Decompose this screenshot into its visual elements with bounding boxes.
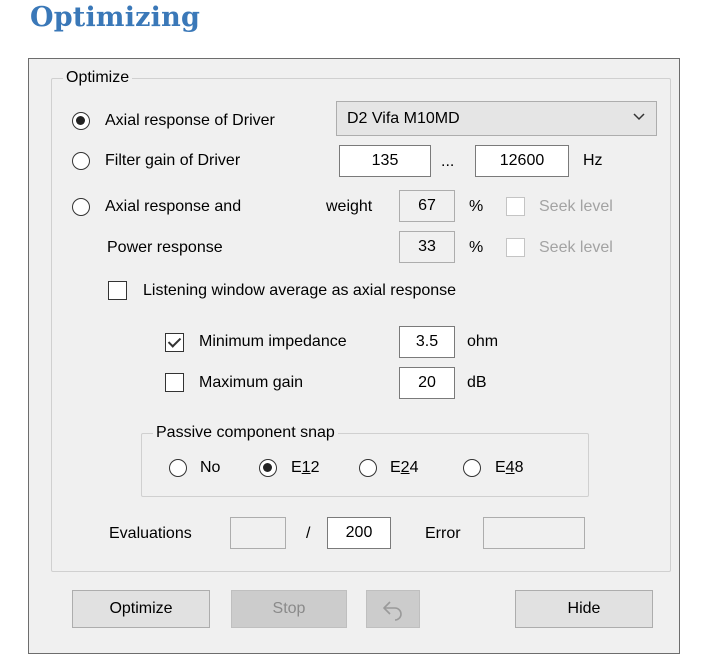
stop-button[interactable]: Stop [231, 590, 347, 628]
snap-e48-accesskey: 4 [505, 459, 515, 476]
min-impedance-checkbox[interactable] [165, 333, 184, 352]
radio-axial-and-power-label[interactable]: Axial response and [105, 197, 241, 217]
power-weight-percent: % [469, 239, 484, 256]
min-impedance-label[interactable]: Minimum impedance [199, 332, 347, 352]
power-response-label: Power response [107, 239, 223, 256]
snap-radio-no[interactable] [169, 459, 187, 477]
max-gain-unit: dB [467, 374, 487, 391]
seek-level-label-axial: Seek level [539, 198, 613, 215]
max-gain-input[interactable]: 20 [399, 367, 455, 399]
seek-level-checkbox-power[interactable] [506, 238, 525, 257]
radio-axial-response[interactable] [72, 112, 90, 130]
freq-range-separator: ... [441, 153, 455, 170]
error-label: Error [425, 525, 461, 542]
freq-low-input[interactable]: 135 [339, 145, 431, 177]
hide-button[interactable]: Hide [515, 590, 653, 628]
snap-radio-e12[interactable] [259, 459, 277, 477]
driver-select-value: D2 Vifa M10MD [347, 110, 460, 127]
listening-window-checkbox[interactable] [108, 281, 127, 300]
snap-e12-accesskey: 1 [301, 459, 311, 476]
page-title: Optimizing [30, 2, 201, 33]
max-gain-checkbox[interactable] [165, 373, 184, 392]
snap-e24-accesskey: 2 [400, 459, 410, 476]
snap-e12-suffix: 2 [310, 459, 320, 476]
weight-label: weight [326, 198, 373, 215]
snap-radio-e48-label[interactable]: E48 [495, 458, 523, 478]
snap-radio-e48[interactable] [463, 459, 481, 477]
radio-filter-gain-label[interactable]: Filter gain of Driver [105, 151, 240, 171]
snap-e24-prefix: E [390, 459, 401, 476]
freq-high-input[interactable]: 12600 [475, 145, 569, 177]
snap-radio-e24[interactable] [359, 459, 377, 477]
error-field [483, 517, 585, 549]
optimize-group-title: Optimize [63, 69, 133, 87]
snap-group-title: Passive component snap [153, 424, 338, 442]
power-weight-input[interactable]: 33 [399, 231, 455, 263]
seek-level-label-power: Seek level [539, 239, 613, 256]
radio-axial-response-label[interactable]: Axial response of Driver [105, 111, 275, 131]
radio-axial-and-power[interactable] [72, 198, 90, 216]
snap-e12-prefix: E [291, 459, 302, 476]
undo-arrow-icon [383, 601, 402, 621]
snap-radio-e24-label[interactable]: E24 [390, 458, 418, 478]
evaluations-current-field [230, 517, 286, 549]
axial-weight-percent: % [469, 198, 484, 215]
max-gain-label[interactable]: Maximum gain [199, 373, 303, 393]
chevron-down-icon [633, 113, 645, 121]
undo-button[interactable] [366, 590, 420, 628]
evaluations-max-input[interactable]: 200 [327, 517, 391, 549]
listening-window-label[interactable]: Listening window average as axial respon… [143, 281, 456, 301]
min-impedance-input[interactable]: 3.5 [399, 326, 455, 358]
snap-radio-no-label[interactable]: No [200, 458, 220, 478]
driver-select[interactable]: D2 Vifa M10MD [336, 101, 657, 136]
evaluations-label: Evaluations [109, 525, 192, 542]
evaluations-separator: / [306, 525, 311, 542]
optimizer-dialog: Optimize Axial response of Driver D2 Vif… [28, 58, 680, 654]
snap-radio-e12-label[interactable]: E12 [291, 458, 319, 478]
radio-filter-gain[interactable] [72, 152, 90, 170]
snap-e48-prefix: E [495, 459, 506, 476]
min-impedance-unit: ohm [467, 333, 499, 350]
optimize-button[interactable]: Optimize [72, 590, 210, 628]
axial-weight-input[interactable]: 67 [399, 190, 455, 222]
snap-e48-suffix: 8 [514, 459, 524, 476]
freq-unit-label: Hz [583, 152, 603, 169]
seek-level-checkbox-axial[interactable] [506, 197, 525, 216]
snap-e24-suffix: 4 [409, 459, 419, 476]
